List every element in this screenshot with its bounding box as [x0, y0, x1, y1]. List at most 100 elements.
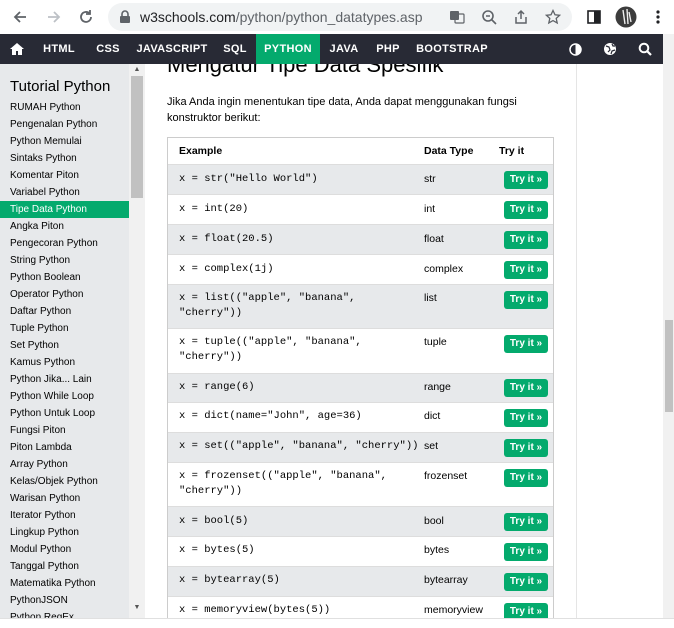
- try-it-button[interactable]: Try it »: [504, 261, 548, 279]
- bottom-status-area: [0, 618, 674, 628]
- example-code: x = tuple(("apple", "banana", "cherry")): [179, 336, 362, 363]
- search-icon[interactable]: [637, 41, 653, 57]
- nav-css[interactable]: CSS: [89, 34, 127, 64]
- data-type: range: [424, 381, 451, 393]
- url-path: /python/python_datatypes.asp: [235, 9, 423, 25]
- sidebar-item[interactable]: Kamus Python: [0, 354, 129, 371]
- try-it-button[interactable]: Try it »: [504, 335, 548, 353]
- example-code: x = range(6): [179, 381, 255, 393]
- try-it-button[interactable]: Try it »: [504, 543, 548, 561]
- page-scrollbar[interactable]: [663, 34, 674, 618]
- sidebar-item[interactable]: Kelas/Objek Python: [0, 473, 129, 490]
- nav-html[interactable]: HTML: [37, 34, 81, 64]
- browser-menu-button[interactable]: [646, 5, 670, 29]
- sidebar-item[interactable]: Python Jika... Lain: [0, 371, 129, 388]
- sidebar-item[interactable]: Python RegEx: [0, 609, 129, 618]
- nav-bootstrap[interactable]: BOOTSTRAP: [412, 34, 492, 64]
- reload-button[interactable]: [74, 5, 98, 29]
- data-type: tuple: [424, 336, 447, 348]
- globe-icon[interactable]: [602, 41, 618, 57]
- share-icon[interactable]: [512, 8, 530, 26]
- sidebar-item[interactable]: Daftar Python: [0, 303, 129, 320]
- sidebar-item[interactable]: Matematika Python: [0, 575, 129, 592]
- sidebar-item-active[interactable]: Tipe Data Python: [0, 201, 129, 218]
- zoom-out-icon[interactable]: [480, 8, 498, 26]
- address-bar[interactable]: w3schools.com/python/python_datatypes.as…: [108, 3, 572, 31]
- table-header-row: Example Data Type Try it: [168, 138, 553, 165]
- table-row: x = bool(5) bool Try it »: [168, 507, 553, 537]
- sidebar-item[interactable]: Operator Python: [0, 286, 129, 303]
- home-button[interactable]: [0, 34, 34, 64]
- sidebar-item[interactable]: Set Python: [0, 337, 129, 354]
- sidebar-item[interactable]: Piton Lambda: [0, 439, 129, 456]
- try-it-button[interactable]: Try it »: [504, 439, 548, 457]
- sidebar-item[interactable]: Variabel Python: [0, 184, 129, 201]
- sidebar-item[interactable]: Array Python: [0, 456, 129, 473]
- sidebar-item[interactable]: Modul Python: [0, 541, 129, 558]
- nav-java[interactable]: JAVA: [322, 34, 366, 64]
- try-it-button[interactable]: Try it »: [504, 379, 548, 397]
- data-type: memoryview: [424, 604, 483, 616]
- sidebar-item[interactable]: Fungsi Piton: [0, 422, 129, 439]
- back-button[interactable]: [8, 5, 32, 29]
- dark-mode-icon[interactable]: [567, 41, 583, 57]
- sidebar-item[interactable]: Tuple Python: [0, 320, 129, 337]
- sidebar-scroll-thumb[interactable]: [131, 76, 143, 198]
- sidebar-item[interactable]: PythonJSON: [0, 592, 129, 609]
- sidebar-item[interactable]: Pengecoran Python: [0, 235, 129, 252]
- sidebar: Tutorial Python RUMAH Python Pengenalan …: [0, 64, 129, 618]
- sidebar-item[interactable]: Pengenalan Python: [0, 116, 129, 133]
- back-arrow-icon: [13, 11, 26, 23]
- sidebar-item[interactable]: String Python: [0, 252, 129, 269]
- try-it-button[interactable]: Try it »: [504, 291, 548, 309]
- data-type: list: [424, 292, 437, 304]
- nav-javascript[interactable]: JAVASCRIPT: [131, 34, 213, 64]
- example-code: x = str("Hello World"): [179, 173, 318, 185]
- try-it-button[interactable]: Try it »: [504, 409, 548, 427]
- sidebar-item[interactable]: Python Boolean: [0, 269, 129, 286]
- try-it-button[interactable]: Try it »: [504, 171, 548, 189]
- sidebar-item[interactable]: Komentar Piton: [0, 167, 129, 184]
- sidebar-title: Tutorial Python: [10, 78, 111, 95]
- side-panel-button[interactable]: [582, 5, 606, 29]
- sidebar-item[interactable]: Iterator Python: [0, 507, 129, 524]
- side-panel-icon: [587, 10, 601, 24]
- try-it-button[interactable]: Try it »: [504, 573, 548, 591]
- table-row: x = memoryview(bytes(5)) memoryview Try …: [168, 597, 553, 618]
- page-scroll-thumb[interactable]: [665, 320, 673, 412]
- url-text[interactable]: w3schools.com/python/python_datatypes.as…: [140, 9, 423, 25]
- sidebar-item[interactable]: Warisan Python: [0, 490, 129, 507]
- example-code: x = float(20.5): [179, 233, 274, 245]
- try-it-button[interactable]: Try it »: [504, 231, 548, 249]
- scroll-down-arrow-icon[interactable]: ▼: [133, 604, 141, 612]
- sidebar-item[interactable]: Angka Piton: [0, 218, 129, 235]
- sidebar-item[interactable]: RUMAH Python: [0, 99, 129, 116]
- sidebar-item[interactable]: Sintaks Python: [0, 150, 129, 167]
- sidebar-item[interactable]: Lingkup Python: [0, 524, 129, 541]
- data-type: bytes: [424, 544, 450, 556]
- profile-avatar[interactable]: [614, 5, 638, 29]
- table-row: x = float(20.5) float Try it »: [168, 225, 553, 255]
- try-it-button[interactable]: Try it »: [504, 469, 548, 487]
- translate-icon[interactable]: [448, 8, 466, 26]
- lock-icon[interactable]: [116, 8, 134, 26]
- forward-button[interactable]: [42, 5, 66, 29]
- sidebar-item[interactable]: Tanggal Python: [0, 558, 129, 575]
- table-row: x = bytes(5) bytes Try it »: [168, 537, 553, 567]
- try-it-button[interactable]: Try it »: [504, 603, 548, 618]
- nav-python[interactable]: PYTHON: [256, 34, 320, 64]
- nav-sql[interactable]: SQL: [216, 34, 254, 64]
- example-code: x = bytes(5): [179, 544, 255, 556]
- url-host: w3schools.com: [140, 9, 236, 25]
- main-content: Mengatur Tipe Data Spesifik Jika Anda in…: [145, 64, 576, 618]
- try-it-button[interactable]: Try it »: [504, 513, 548, 531]
- bookmark-star-icon[interactable]: [544, 8, 562, 26]
- nav-php[interactable]: PHP: [369, 34, 407, 64]
- sidebar-item[interactable]: Python While Loop: [0, 388, 129, 405]
- try-it-button[interactable]: Try it »: [504, 201, 548, 219]
- sidebar-item[interactable]: Python Memulai: [0, 133, 129, 150]
- scroll-up-arrow-icon[interactable]: ▲: [133, 66, 141, 74]
- sidebar-item[interactable]: Python Untuk Loop: [0, 405, 129, 422]
- table-row: x = range(6) range Try it »: [168, 374, 553, 403]
- sidebar-scrollbar[interactable]: ▲ ▼: [129, 64, 145, 618]
